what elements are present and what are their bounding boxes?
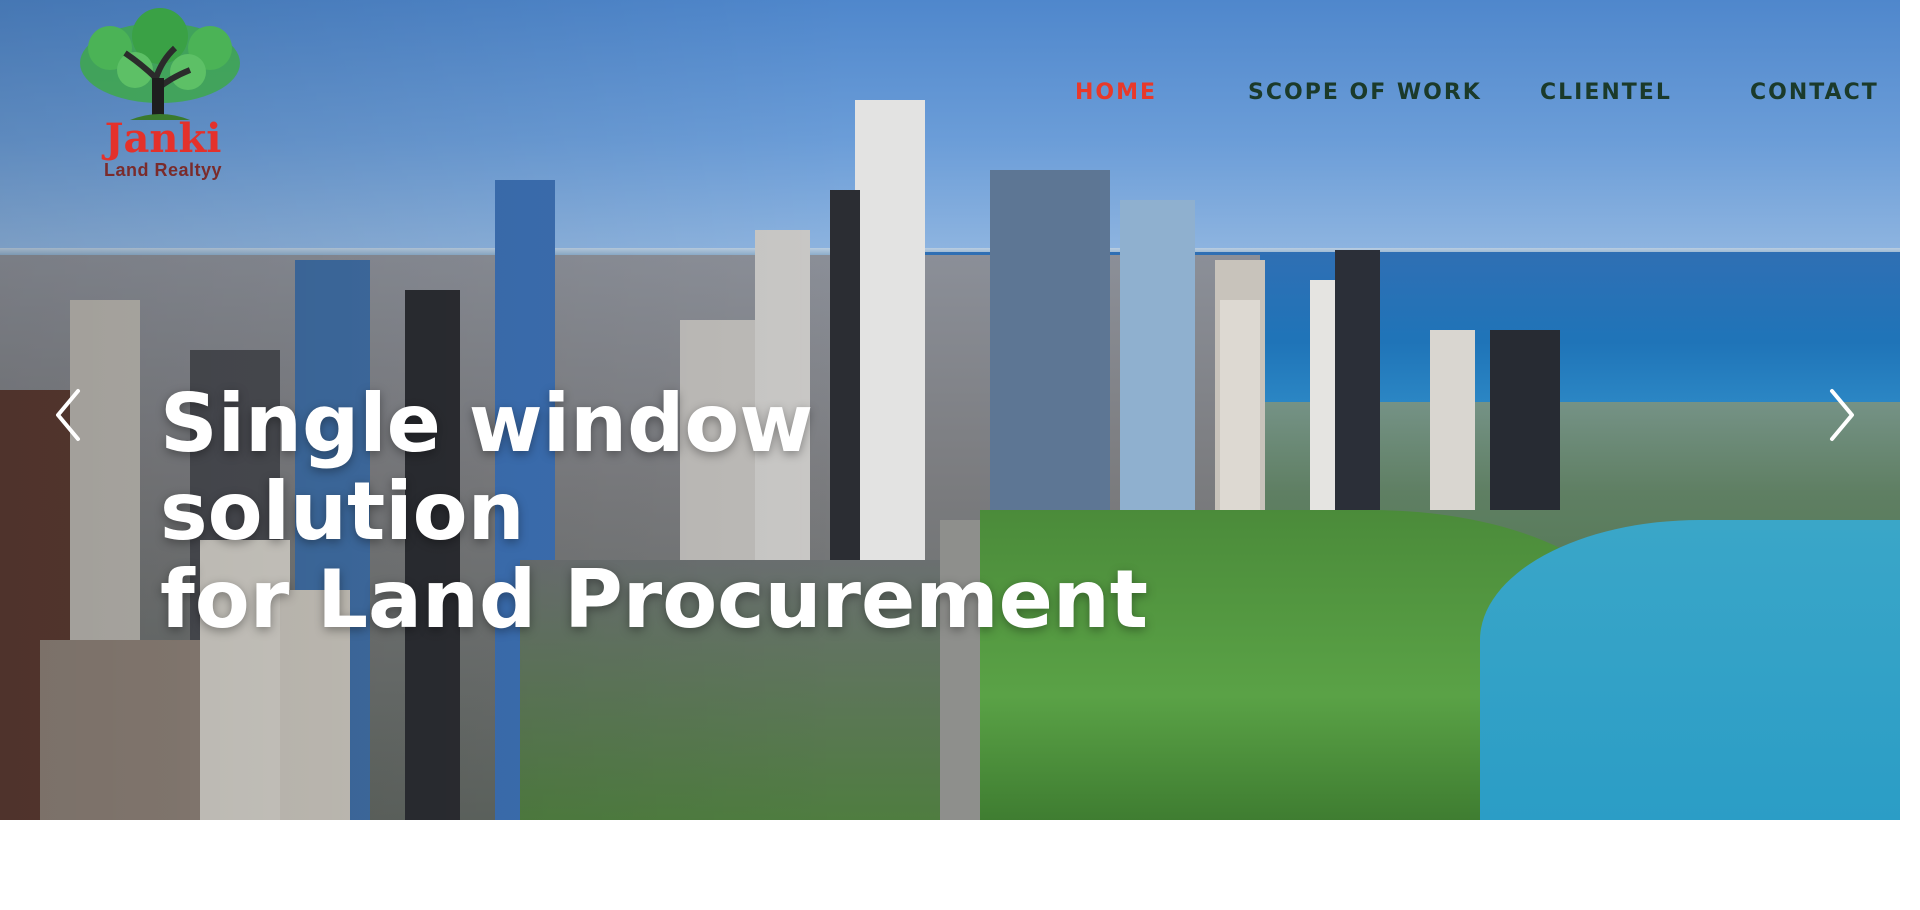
hero-title: Single window solution for Land Procurem… bbox=[160, 380, 1160, 644]
brand-tagline: Land Realtyy bbox=[103, 160, 223, 180]
chevron-right-icon bbox=[1830, 389, 1854, 441]
brand-text[interactable]: Janki Land Realtyy bbox=[78, 115, 248, 181]
nav-clientel[interactable]: CLIENTEL bbox=[1540, 80, 1672, 105]
brand-name: Janki bbox=[104, 115, 222, 162]
tree-logo-icon bbox=[80, 8, 240, 120]
slider-prev-button[interactable] bbox=[50, 385, 90, 445]
chevron-left-icon bbox=[56, 389, 80, 441]
slider-next-button[interactable] bbox=[1820, 385, 1860, 445]
hero-title-line-2: for Land Procurement bbox=[160, 553, 1149, 646]
nav-scope-of-work[interactable]: SCOPE OF WORK bbox=[1248, 80, 1482, 105]
nav-home[interactable]: HOME bbox=[1075, 80, 1157, 105]
nav-contact[interactable]: CONTACT bbox=[1750, 80, 1879, 105]
hero-title-line-1: Single window solution bbox=[160, 377, 814, 558]
